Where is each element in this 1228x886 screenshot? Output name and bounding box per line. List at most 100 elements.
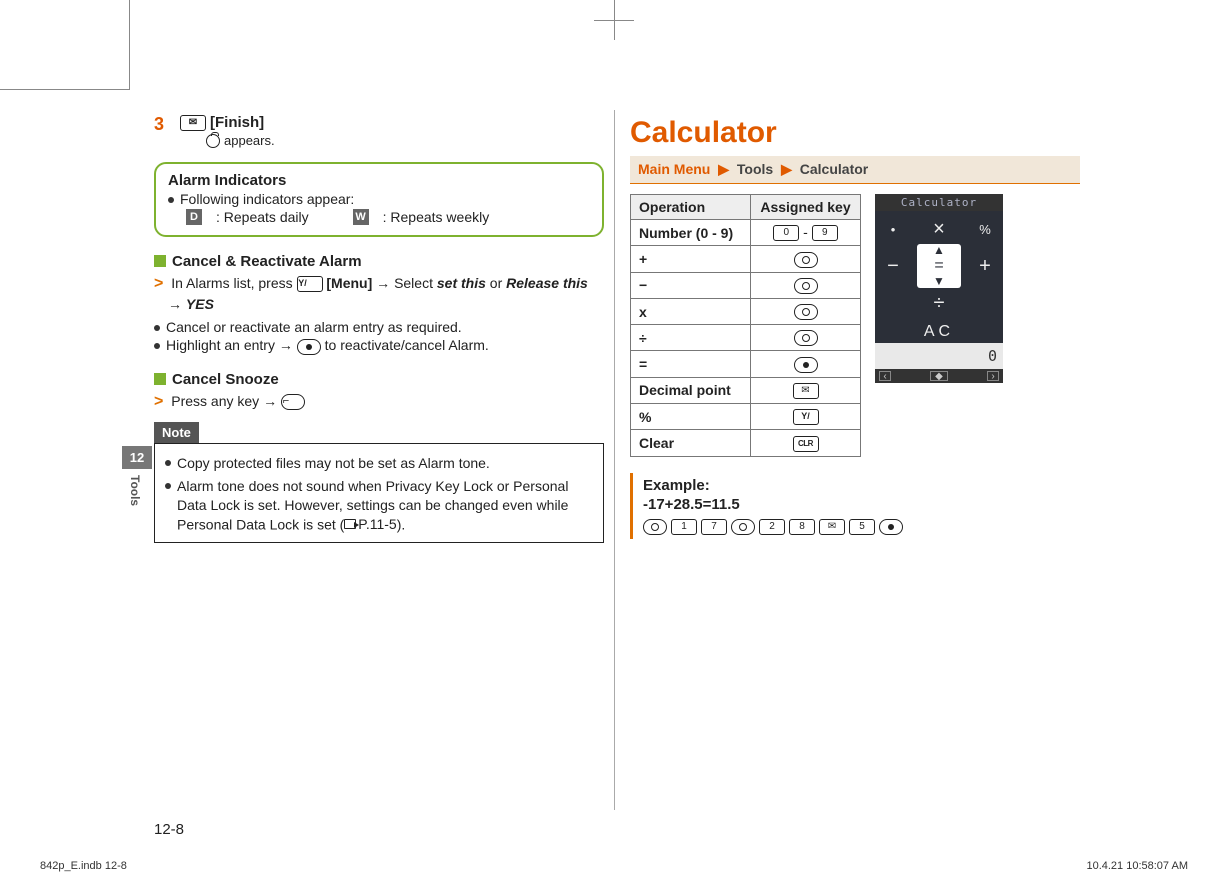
calc-keypad: • × % − ▲=▼ + ÷ (875, 211, 1003, 321)
operation-cell: ÷ (631, 325, 751, 351)
center-key-icon (879, 519, 903, 535)
page-number: 12-8 (154, 821, 184, 838)
divide-label: ÷ (934, 292, 945, 315)
mail-key-icon (793, 383, 819, 399)
arrow-icon: → (168, 296, 186, 312)
key-cell (751, 298, 861, 324)
alarm-indicators-box: Alarm Indicators Following indicators ap… (154, 162, 604, 237)
step-number: 3 (154, 114, 178, 135)
operation-cell: x (631, 298, 751, 324)
bullet-icon (165, 460, 171, 466)
calculator-heading: Calculator (630, 116, 1080, 150)
example-box: Example: -17+28.5=11.5 17285 (630, 473, 1080, 539)
select-word: Select (394, 275, 437, 291)
bullet-icon (154, 343, 160, 349)
y-key-icon (793, 409, 819, 425)
cancel-reactivate-title: Cancel & Reactivate Alarm (172, 253, 362, 270)
cancel-reactivate-step: > In Alarms list, press [Menu] → Select … (168, 273, 604, 313)
table-row: Clear (631, 430, 861, 456)
number-key-icon: 7 (701, 519, 727, 535)
nav-key-icon (794, 304, 818, 320)
chevron-icon: > (154, 393, 163, 410)
cr-bullet1: Cancel or reactivate an alarm entry as r… (166, 319, 462, 335)
key-cell (751, 430, 861, 456)
note-title: Note (154, 422, 199, 443)
menu-label: [Menu] (326, 275, 372, 291)
green-square-icon (154, 373, 166, 385)
key-cell (751, 377, 861, 403)
clr-key-icon (793, 436, 819, 452)
bullet-icon (168, 197, 174, 203)
nav-key-icon (643, 519, 667, 535)
center-key-icon (297, 339, 321, 355)
chevron-right-icon: ▶ (718, 161, 729, 177)
key-cell (751, 246, 861, 272)
cr-b2b: to reactivate/cancel Alarm. (321, 337, 489, 353)
key-cell (751, 351, 861, 377)
cancel-snooze-title: Cancel Snooze (172, 371, 279, 388)
footer-file: 842p_E.indb 12-8 (40, 860, 127, 872)
set-this: set this (437, 275, 486, 291)
or-word: or (490, 275, 506, 291)
mail-key-icon (180, 115, 206, 131)
table-row: Number (0 - 9)0 - 9 (631, 220, 861, 246)
arrow-icon: → (279, 337, 297, 353)
operation-cell: = (631, 351, 751, 377)
end-call-key-icon (281, 394, 305, 410)
number-key-icon: 5 (849, 519, 875, 535)
table-row: − (631, 272, 861, 298)
page-ref-text: P.11-5 (358, 515, 396, 534)
release-this: Release this (506, 275, 588, 291)
yes-word: YES (186, 296, 214, 312)
note-section: Note Copy protected files may not be set… (154, 422, 604, 543)
th-operation: Operation (631, 195, 751, 220)
example-title: Example: (643, 477, 1080, 494)
nav-key-icon (731, 519, 755, 535)
operation-key-table: Operation Assigned key Number (0 - 9)0 -… (630, 194, 861, 457)
table-row: Decimal point (631, 377, 861, 403)
number-key-icon: 2 (759, 519, 785, 535)
nav-right-icon: › (987, 371, 999, 381)
nav-key-icon (794, 278, 818, 294)
table-row: ÷ (631, 325, 861, 351)
cs-pre: Press any key (171, 393, 263, 409)
example-calc: -17+28.5=11.5 (643, 496, 1080, 513)
crop-mark-center (594, 0, 634, 40)
percent-label: % (979, 222, 991, 237)
mail-key-icon (819, 519, 845, 535)
green-square-icon (154, 255, 166, 267)
bc-tools: Tools (737, 161, 773, 177)
right-column: Calculator Main Menu ▶ Tools ▶ Calculato… (630, 116, 1080, 539)
chapter-number: 12 (122, 446, 152, 469)
weekly-badge-icon: W (353, 209, 369, 225)
note-b2-end: ). (397, 516, 406, 532)
bullet-icon (165, 483, 171, 489)
note-bullet1: Copy protected files may not be set as A… (177, 454, 490, 473)
cr-bullet2: Highlight an entry → to reactivate/cance… (166, 337, 489, 354)
arrow-icon: → (376, 275, 394, 291)
alarm-clock-icon (206, 134, 220, 148)
step-3: 3 [Finish] appears. (154, 114, 604, 148)
operation-cell: % (631, 404, 751, 430)
phone-nav: ‹ ◆ › (875, 369, 1003, 383)
finish-label: [Finish] (210, 114, 264, 131)
operation-cell: + (631, 246, 751, 272)
number-key-icon: 8 (789, 519, 815, 535)
arrow-icon: → (263, 393, 281, 409)
chapter-tab: 12 Tools (122, 446, 152, 512)
alarm-indicators-line: Following indicators appear: (180, 191, 354, 207)
alarm-indicators-title: Alarm Indicators (168, 172, 590, 189)
y-key-icon (297, 276, 323, 292)
left-column: 3 [Finish] appears. Alarm Indicators Fol… (154, 114, 604, 543)
plus-label: + (979, 255, 991, 278)
nav-center-icon: ◆ (930, 371, 948, 381)
dot-label: • (891, 222, 896, 237)
table-row: = (631, 351, 861, 377)
table-row: + (631, 246, 861, 272)
key-cell (751, 404, 861, 430)
cr-pre: In Alarms list, press (171, 275, 296, 291)
th-assigned-key: Assigned key (751, 195, 861, 220)
number-key-icon: 9 (812, 225, 838, 241)
operation-cell: Number (0 - 9) (631, 220, 751, 246)
chevron-right-icon: ▶ (781, 161, 792, 177)
